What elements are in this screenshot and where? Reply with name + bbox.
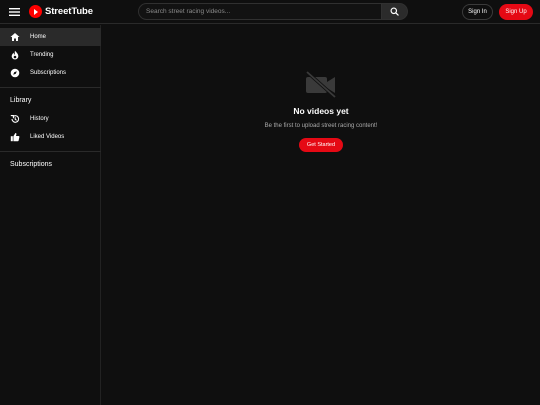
sidebar-item-label: Home [30,34,47,40]
home-icon [10,32,20,42]
sidebar-item-subscriptions[interactable]: Subscriptions [0,64,101,82]
sidebar-divider [0,87,101,88]
menu-icon[interactable] [9,6,20,18]
sidebar-item-label: History [30,116,49,122]
sign-up-button[interactable]: Sign Up [499,4,533,20]
subscriptions-title: Subscriptions [10,161,53,168]
sidebar-item-trending[interactable]: Trending [0,46,101,64]
sidebar: Home Trending Subscriptions Library Hist… [0,25,101,405]
sidebar-item-label: Subscriptions [30,70,67,76]
play-logo-icon [29,5,42,18]
sidebar-item-liked-videos[interactable]: Liked Videos [0,128,101,146]
fire-icon [10,50,20,60]
sidebar-item-label: Liked Videos [30,134,65,140]
top-bar: StreetTube Sign In Sign Up [0,0,540,24]
search-icon [390,7,399,16]
sidebar-divider [0,151,101,152]
compass-icon [10,68,20,78]
sidebar-item-home[interactable]: Home [0,28,101,46]
search-button[interactable] [381,3,408,20]
search-input[interactable] [138,3,381,20]
thumbs-up-icon [10,132,20,142]
history-icon [10,114,20,124]
sidebar-item-label: Trending [30,52,54,58]
logo[interactable]: StreetTube [29,5,93,18]
empty-state-title: No videos yet [293,106,349,116]
video-off-icon [304,70,338,99]
sign-in-button[interactable]: Sign In [462,4,493,20]
sidebar-item-history[interactable]: History [0,110,101,128]
get-started-button[interactable]: Get Started [299,138,343,152]
brand-name: StreetTube [45,6,93,17]
empty-state-subtitle: Be the first to upload street racing con… [264,123,378,129]
library-title: Library [10,97,32,104]
main-content: No videos yet Be the first to upload str… [102,25,540,405]
